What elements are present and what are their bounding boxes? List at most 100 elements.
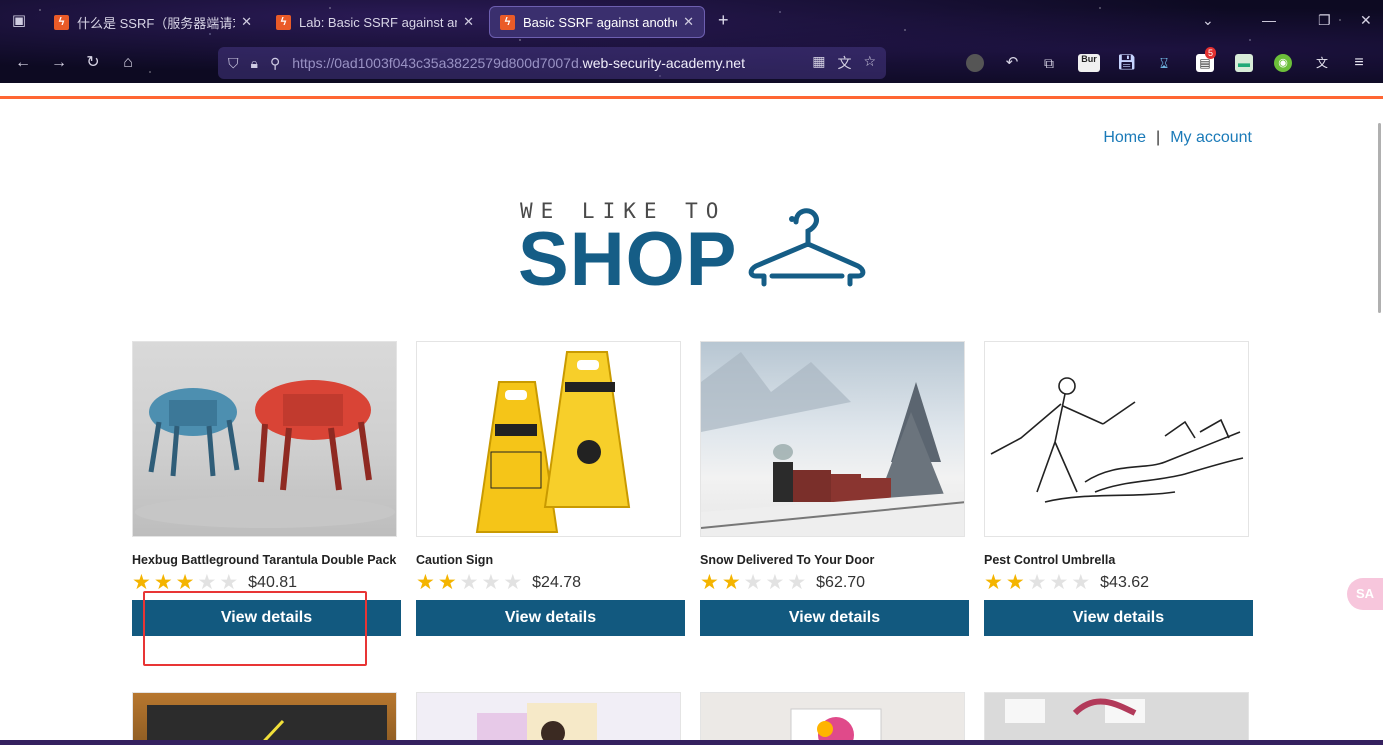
- product-card: Pest Control Umbrella ★ ★ ★ ★ ★ $43.62 V…: [984, 341, 1253, 636]
- qr-code-icon[interactable]: ▦: [812, 53, 825, 73]
- tab-title: 什么是 SSRF（服务器端请求伪造: [77, 15, 235, 31]
- extension-folder-icon[interactable]: ▬: [1235, 54, 1253, 72]
- restore-icon[interactable]: ❐: [1318, 12, 1331, 29]
- web-page: Home | My account WE LIKE TO SHOP Hexbug…: [0, 83, 1383, 745]
- nav-separator: |: [1156, 129, 1161, 146]
- lock-icon[interactable]: 🔒︎: [251, 55, 258, 72]
- minimize-icon[interactable]: —: [1262, 12, 1276, 28]
- star-empty-icon: ★: [1071, 571, 1091, 594]
- product-price: $24.78: [532, 574, 582, 591]
- product-card: Snow Delivered To Your Door ★ ★ ★ ★ ★ $6…: [700, 341, 969, 636]
- product-image-partial[interactable]: [700, 692, 965, 745]
- tab-title: Basic SSRF against another b: [523, 14, 677, 30]
- extension-green-circle-icon[interactable]: ◉: [1274, 54, 1292, 72]
- extensions-puzzle-icon[interactable]: ⧉: [1040, 54, 1058, 72]
- product-name: Hexbug Battleground Tarantula Double Pac…: [132, 553, 397, 567]
- product-image-partial[interactable]: [132, 692, 397, 745]
- star-filled-icon: ★: [700, 571, 719, 594]
- permissions-icon[interactable]: ⚲: [270, 55, 280, 72]
- home-link[interactable]: Home: [1103, 129, 1146, 147]
- product-image-tarantula[interactable]: [132, 341, 397, 537]
- umbrella-sketch-image: [990, 377, 1244, 503]
- close-window-icon[interactable]: ✕: [1360, 12, 1372, 29]
- app-menu-icon[interactable]: ≡: [1350, 54, 1368, 72]
- product-price: $40.81: [248, 574, 298, 591]
- url-text[interactable]: https://0ad1003f043c35a3822579d800d7007d…: [292, 55, 812, 71]
- product-image-snow-train[interactable]: [700, 341, 965, 537]
- product-image-caution-sign[interactable]: [416, 341, 681, 537]
- product-card: Caution Sign ★ ★ ★ ★ ★ $24.78 View detai…: [416, 341, 685, 636]
- tab-title: Lab: Basic SSRF against anoth: [299, 14, 457, 30]
- extension-dark-circle-icon[interactable]: [966, 54, 984, 72]
- product-name: Pest Control Umbrella: [984, 553, 1116, 567]
- page-scrollbar[interactable]: [1378, 123, 1381, 313]
- star-empty-icon: ★: [503, 571, 523, 594]
- tab-lab[interactable]: ϟ Lab: Basic SSRF against anoth ✕: [266, 6, 484, 38]
- new-tab-plus-icon[interactable]: +: [718, 10, 729, 31]
- tab-ssrf-article[interactable]: ϟ 什么是 SSRF（服务器端请求伪造 ✕: [44, 6, 262, 38]
- star-filled-icon: ★: [984, 571, 1003, 594]
- forward-arrow-icon[interactable]: →: [48, 52, 70, 74]
- building-image: [985, 693, 1248, 745]
- chalkboard-image: [147, 705, 387, 745]
- back-arrow-icon[interactable]: ←: [12, 52, 34, 74]
- caution-sign-image: [475, 351, 631, 533]
- tab-overflow-chevron-icon[interactable]: ⌄: [1202, 12, 1214, 29]
- extension-translate-icon[interactable]: 文: [1313, 54, 1331, 72]
- site-top-nav: Home | My account: [1103, 129, 1252, 147]
- tab-list-icon[interactable]: ▣: [10, 12, 28, 30]
- tab-active-shop[interactable]: ϟ Basic SSRF against another b ✕: [489, 6, 705, 38]
- extension-undo-arrow-icon[interactable]: ↶: [1003, 54, 1021, 72]
- save-disk-icon[interactable]: 💾︎: [1117, 54, 1136, 72]
- extension-hourglass-icon[interactable]: ⌛︎: [1155, 54, 1173, 72]
- shield-icon[interactable]: ⛉: [228, 55, 239, 72]
- header-accent-line: [0, 96, 1383, 99]
- translate-icon[interactable]: 文: [837, 53, 851, 73]
- shop-logo: WE LIKE TO SHOP: [518, 196, 868, 302]
- tab-close-icon[interactable]: ✕: [241, 14, 252, 30]
- product-card: [700, 692, 969, 745]
- view-details-button[interactable]: View details: [700, 600, 969, 636]
- my-account-link[interactable]: My account: [1170, 129, 1252, 147]
- star-filled-icon: ★: [1005, 571, 1025, 594]
- colorful-art-image: [790, 708, 882, 745]
- hexbug-spiders-image: [135, 380, 395, 528]
- product-card: [416, 692, 685, 745]
- product-card: [132, 692, 401, 745]
- highlight-annotation-box: [143, 591, 367, 666]
- portswigger-favicon-icon: ϟ: [500, 14, 515, 30]
- star-empty-icon: ★: [787, 571, 807, 594]
- url-bar[interactable]: ⛉ 🔒︎ ⚲ https://0ad1003f043c35a3822579d80…: [218, 47, 886, 79]
- burp-extension-icon[interactable]: Bur: [1078, 54, 1100, 72]
- star-rating: ★ ★ ★ ★ ★: [416, 572, 522, 594]
- product-image-partial[interactable]: [984, 692, 1249, 745]
- bottom-edge-bar: [0, 740, 1383, 745]
- product-image-partial[interactable]: [416, 692, 681, 745]
- reload-icon[interactable]: ↻: [82, 52, 104, 74]
- star-empty-icon: ★: [1027, 571, 1047, 594]
- tab-close-icon[interactable]: ✕: [463, 14, 474, 30]
- extension-inbox-icon[interactable]: ▤ 5: [1196, 47, 1217, 72]
- product-name: Snow Delivered To Your Door: [700, 553, 875, 567]
- snowy-train-image: [701, 352, 964, 536]
- logo-wordmark: SHOP: [518, 217, 738, 302]
- product-image-umbrella[interactable]: [984, 341, 1249, 537]
- browser-chrome: ▣ ϟ 什么是 SSRF（服务器端请求伪造 ✕ ϟ Lab: Basic SSR…: [0, 0, 1383, 83]
- bookmark-star-icon[interactable]: ☆: [863, 53, 876, 73]
- star-empty-icon: ★: [765, 571, 785, 594]
- view-details-button[interactable]: View details: [416, 600, 685, 636]
- product-name: Caution Sign: [416, 553, 494, 567]
- star-rating: ★ ★ ★ ★ ★: [984, 572, 1090, 594]
- tab-close-icon[interactable]: ✕: [683, 14, 694, 30]
- translate-floating-icon[interactable]: SA: [1347, 578, 1383, 610]
- product-price: $62.70: [816, 574, 866, 591]
- extension-badge: 5: [1205, 47, 1217, 59]
- home-icon[interactable]: ⌂: [117, 52, 139, 74]
- star-empty-icon: ★: [481, 571, 501, 594]
- view-details-button[interactable]: View details: [984, 600, 1253, 636]
- navigation-toolbar: ← → ↻ ⌂ ⛉ 🔒︎ ⚲ https://0ad1003f043c35a38…: [0, 42, 1383, 83]
- product-card: [984, 692, 1253, 745]
- coat-hanger-icon: [748, 208, 866, 287]
- star-filled-icon: ★: [721, 571, 741, 594]
- star-filled-icon: ★: [437, 571, 457, 594]
